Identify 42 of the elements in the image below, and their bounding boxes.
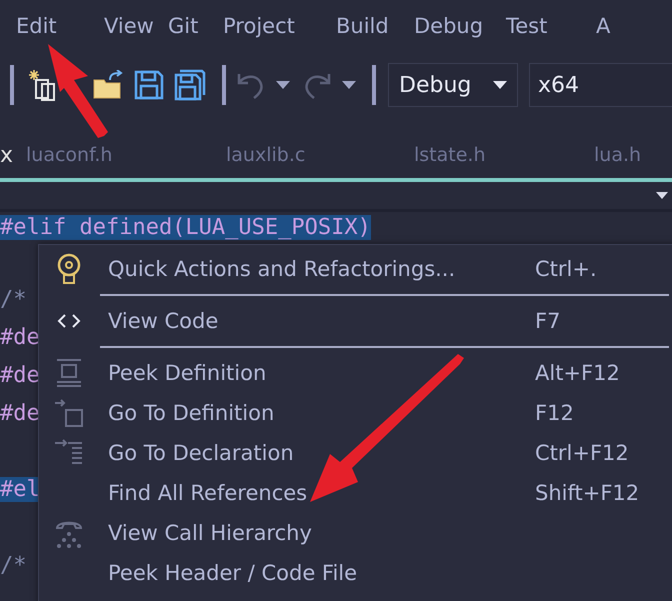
code-line: #de — [0, 324, 40, 350]
shortcut-text: Shift+F12 — [535, 481, 640, 505]
redo-dropdown-caret[interactable] — [342, 81, 356, 89]
caret-icon[interactable] — [656, 192, 668, 199]
menu-item[interactable]: Edit — [16, 14, 104, 38]
shortcut-text: F7 — [535, 309, 562, 333]
shortcut-text: F12 — [535, 401, 575, 425]
new-project-button[interactable] — [28, 68, 58, 102]
close-tab-button[interactable]: x — [0, 142, 26, 168]
menu-item[interactable]: Debug — [414, 14, 506, 38]
menu-item[interactable]: Build — [336, 14, 414, 38]
shortcut-text: Alt+F12 — [535, 361, 621, 385]
menu-item[interactable]: Git — [168, 14, 223, 38]
menu-item[interactable]: Project — [223, 14, 336, 38]
code-line: #de — [0, 400, 40, 426]
menu-item[interactable]: Test — [506, 14, 596, 38]
menu-entry[interactable]: Find All References Shift+F12 — [39, 473, 672, 513]
code-line: /* — [0, 286, 26, 312]
configuration-dropdown[interactable]: Debug — [388, 63, 518, 107]
menu-entry[interactable]: Go To Declaration Ctrl+F12 — [39, 433, 672, 473]
shortcut-text: Ctrl+F12 — [535, 441, 630, 465]
menu-item[interactable]: A — [596, 14, 626, 38]
shortcut-text: Ctrl+. — [535, 257, 598, 281]
menu-entry[interactable]: View Call Hierarchy — [39, 513, 672, 553]
caret-icon — [493, 81, 507, 89]
menu-entry[interactable]: View Code F7 — [39, 301, 672, 341]
peek-icon — [55, 358, 83, 388]
code-line: /* — [0, 552, 26, 578]
code-line: #de — [0, 362, 40, 388]
save-button[interactable] — [134, 70, 164, 100]
undo-dropdown-caret[interactable] — [276, 81, 290, 89]
platform-field[interactable]: x64 — [529, 63, 672, 107]
code-icon — [57, 313, 81, 329]
menu-item[interactable]: View — [104, 14, 168, 38]
open-folder-button[interactable] — [92, 70, 124, 100]
menu-entry[interactable]: Peek Definition Alt+F12 — [39, 353, 672, 393]
lightbulb-icon — [56, 253, 82, 285]
goto-definition-icon — [54, 398, 84, 428]
menu-entry[interactable]: Peek Header / Code File — [39, 553, 672, 593]
menu-entry[interactable]: Quick Actions and Refactorings... Ctrl+. — [39, 249, 672, 289]
save-all-button[interactable] — [174, 69, 206, 101]
menu-entry[interactable]: Go To Definition F12 — [39, 393, 672, 433]
